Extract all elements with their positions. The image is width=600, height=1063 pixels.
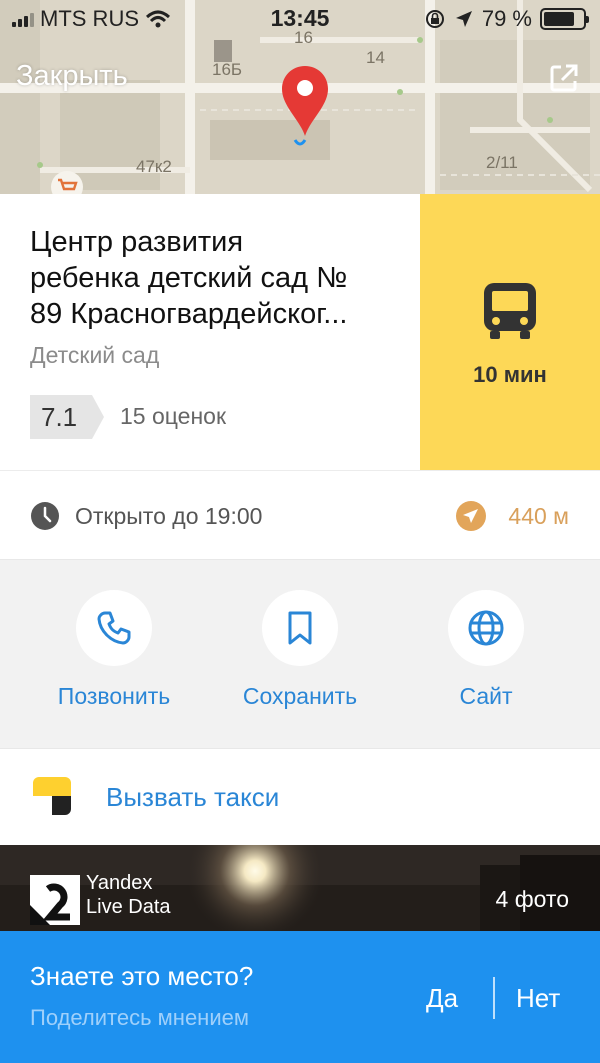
feedback-divider bbox=[493, 977, 495, 1019]
opening-hours: Открыто до 19:00 bbox=[75, 503, 263, 529]
location-arrow-icon bbox=[455, 11, 472, 27]
map-house-number: 14 bbox=[366, 48, 385, 67]
save-button[interactable]: Сохранить bbox=[205, 590, 395, 710]
shop-marker-icon bbox=[51, 171, 83, 194]
feedback-question: Знаете это место? bbox=[30, 961, 254, 991]
call-taxi-button[interactable]: Вызвать такси bbox=[0, 749, 600, 845]
call-button[interactable]: Позвонить bbox=[19, 590, 209, 710]
yandex-taxi-icon bbox=[33, 777, 71, 815]
call-label: Позвонить bbox=[57, 683, 171, 709]
actions-bar: Позвонить Сохранить Сайт bbox=[0, 559, 600, 749]
photo-provider-line: Live Data bbox=[86, 896, 171, 918]
place-title-line: Центр развития bbox=[30, 226, 244, 258]
website-button-circle bbox=[448, 590, 524, 666]
globe-icon bbox=[468, 610, 504, 646]
battery-icon bbox=[540, 8, 589, 30]
bus-icon bbox=[484, 283, 536, 339]
battery-percent: 79 % bbox=[481, 6, 532, 31]
hours-row[interactable]: Открыто до 19:00 440 м bbox=[0, 470, 600, 559]
website-button[interactable]: Сайт bbox=[391, 590, 581, 710]
bookmark-icon bbox=[288, 611, 312, 645]
place-info: Центр развития ребенка детский сад № 89 … bbox=[0, 194, 420, 470]
navigation-arrow-icon bbox=[456, 501, 486, 531]
save-button-circle bbox=[262, 590, 338, 666]
rating-badge-arrow bbox=[92, 395, 104, 439]
rating-value: 7.1 bbox=[30, 395, 92, 439]
map-house-number: 16Б bbox=[212, 60, 243, 79]
battery-level bbox=[544, 12, 575, 26]
close-button[interactable]: Закрыть bbox=[16, 60, 128, 93]
place-title: Центр развития ребенка детский сад № 89 … bbox=[30, 224, 400, 332]
save-label: Сохранить bbox=[242, 683, 358, 709]
map-preview[interactable]: 16 16Б 14 47к2 2/11 MTS RUS 13:45 79 % З… bbox=[0, 0, 600, 194]
feedback-banner: Знаете это место? Поделитесь мнением Да … bbox=[0, 931, 600, 1063]
call-taxi-label: Вызвать такси bbox=[106, 782, 280, 812]
photo-provider-line: Yandex bbox=[86, 872, 153, 894]
feedback-no-button[interactable]: Нет bbox=[516, 983, 560, 1014]
map-house-number: 47к2 bbox=[136, 157, 172, 176]
photo-provider: Yandex Live Data bbox=[86, 871, 171, 919]
distance: 440 м bbox=[508, 503, 569, 529]
yandex-live-data-logo-icon bbox=[30, 875, 80, 925]
phone-icon bbox=[97, 611, 131, 645]
route-time: 10 мин bbox=[473, 362, 547, 387]
rating-badge[interactable]: 7.1 bbox=[30, 395, 104, 439]
status-right: 79 % bbox=[424, 6, 589, 32]
photo-gallery[interactable]: Yandex Live Data 4 фото bbox=[0, 845, 600, 935]
rating-count[interactable]: 15 оценок bbox=[120, 403, 226, 430]
call-button-circle bbox=[76, 590, 152, 666]
route-button[interactable]: 10 мин bbox=[420, 194, 600, 470]
rotation-lock-icon bbox=[425, 10, 444, 28]
place-title-line: ребенка детский сад № bbox=[30, 262, 348, 294]
status-bar: MTS RUS 13:45 79 % bbox=[0, 0, 600, 38]
feedback-subtitle: Поделитесь мнением bbox=[30, 1005, 249, 1030]
clock-icon bbox=[31, 502, 59, 530]
map-house-number: 2/11 bbox=[486, 153, 518, 172]
place-title-line: 89 Красногвардейског... bbox=[30, 298, 348, 330]
place-category: Детский сад bbox=[30, 342, 160, 368]
website-label: Сайт bbox=[459, 683, 513, 709]
feedback-yes-button[interactable]: Да bbox=[426, 983, 458, 1014]
location-pin-icon bbox=[282, 66, 328, 146]
open-external-icon[interactable] bbox=[548, 62, 580, 94]
photo-count: 4 фото bbox=[495, 886, 569, 912]
